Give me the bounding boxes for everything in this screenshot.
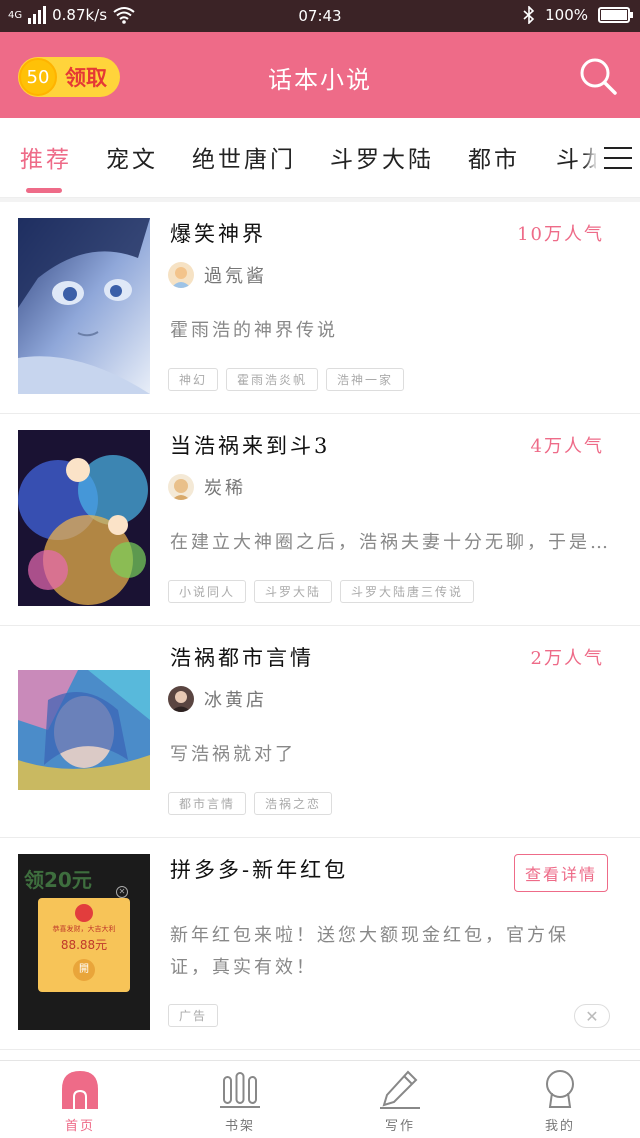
ad-image-text: 领20元 <box>24 868 92 892</box>
book-item[interactable]: 爆笑神界 10万人气 過氖酱 霍雨浩的神界传说 神幻 霍雨浩炎帆 浩神一家 <box>0 202 640 414</box>
menu-icon <box>604 147 632 149</box>
book-description: 在建立大神圈之后，浩祸夫妻十分无聊，于是… <box>170 532 610 553</box>
author-name: 冰黄店 <box>204 690 267 711</box>
ad-tag: 广告 <box>168 1004 219 1027</box>
book-description: 写浩祸就对了 <box>170 744 296 765</box>
category-tabs: 推荐 宠文 绝世唐门 斗罗大陆 都市 斗龙 <box>0 118 640 198</box>
book-tag[interactable]: 浩祸之恋 <box>254 792 333 815</box>
book-cover-image <box>18 218 150 394</box>
book-tags: 小说同人 斗罗大陆 斗罗大陆唐三传说 <box>168 580 475 603</box>
nav-home-label: 首页 <box>64 1119 95 1134</box>
tab-jueshi-tangmen[interactable]: 绝世唐门 <box>192 140 296 174</box>
tab-recommend[interactable]: 推荐 <box>20 140 72 174</box>
book-title: 浩祸都市言情 <box>170 646 314 670</box>
ad-popup: 恭喜发财，大吉大利 88.88元 開 <box>38 898 130 992</box>
nav-write[interactable]: 写作 <box>320 1061 480 1138</box>
bookshelf-icon <box>220 1072 260 1108</box>
tab-urban[interactable]: 都市 <box>468 140 520 174</box>
app-header: 50 领取 话本小说 <box>0 32 640 118</box>
battery-icon <box>598 7 633 23</box>
pen-icon <box>380 1070 420 1109</box>
author-avatar <box>168 686 194 712</box>
author-name: 過氖酱 <box>204 266 267 287</box>
book-tags: 都市言情 浩祸之恋 <box>168 792 333 815</box>
author-name: 炭稀 <box>204 478 246 499</box>
ad-item[interactable]: 领20元 恭喜发财，大吉大利 88.88元 開 ✕ 拼多多-新年红包 查看详情 … <box>0 838 640 1050</box>
search-icon[interactable] <box>578 56 618 96</box>
ad-tags: 广告 <box>168 1004 219 1027</box>
book-popularity: 10万人气 <box>517 224 604 245</box>
book-author: 炭稀 <box>168 474 246 500</box>
author-avatar <box>168 474 194 500</box>
book-tag[interactable]: 都市言情 <box>168 792 247 815</box>
book-title: 爆笑神界 <box>170 222 266 246</box>
book-tag[interactable]: 霍雨浩炎帆 <box>226 368 319 391</box>
ad-popup-amount: 88.88元 <box>60 938 108 952</box>
ad-logo-icon <box>75 904 93 922</box>
author-avatar <box>168 262 194 288</box>
nav-profile[interactable]: 我的 <box>480 1061 640 1138</box>
book-description: 霍雨浩的神界传说 <box>170 320 338 341</box>
nav-home[interactable]: 首页 <box>0 1061 160 1138</box>
tab-pet-story[interactable]: 宠文 <box>106 140 158 174</box>
home-icon <box>62 1071 98 1109</box>
nav-write-label: 写作 <box>384 1119 415 1134</box>
ad-popup-close-icon: ✕ <box>116 886 128 898</box>
tab-douluo-dalu[interactable]: 斗罗大陆 <box>330 140 434 174</box>
active-tab-indicator <box>26 188 62 193</box>
ad-popup-title: 恭喜发财，大吉大利 <box>52 925 116 933</box>
book-tag[interactable]: 斗罗大陆 <box>254 580 333 603</box>
book-list: 爆笑神界 10万人气 過氖酱 霍雨浩的神界传说 神幻 霍雨浩炎帆 浩神一家 当浩… <box>0 202 640 1050</box>
ad-popup-open: 開 <box>73 959 95 981</box>
book-author: 冰黄店 <box>168 686 267 712</box>
book-tags: 神幻 霍雨浩炎帆 浩神一家 <box>168 368 405 391</box>
bluetooth-icon <box>523 6 535 24</box>
bottom-nav: 首页 书架 写作 我的 <box>0 1060 640 1138</box>
app-title: 话本小说 <box>268 66 372 94</box>
nav-profile-label: 我的 <box>544 1119 575 1134</box>
status-bar: 4G 0.87k/s 07:43 100% <box>0 0 640 32</box>
book-popularity: 4万人气 <box>530 436 604 457</box>
ad-description: 新年红包来啦！送您大额现金红包，官方保证，真实有效！ <box>170 925 569 978</box>
book-popularity: 2万人气 <box>530 648 604 669</box>
close-ad-button[interactable]: ✕ <box>574 1004 610 1028</box>
book-item[interactable]: 浩祸都市言情 2万人气 冰黄店 写浩祸就对了 都市言情 浩祸之恋 <box>0 626 640 838</box>
battery-percent: 100% <box>545 6 588 24</box>
book-item[interactable]: 当浩祸来到斗3 4万人气 炭稀 在建立大神圈之后，浩祸夫妻十分无聊，于是… 小说… <box>0 414 640 626</box>
book-tag[interactable]: 小说同人 <box>168 580 247 603</box>
book-tag[interactable]: 斗罗大陆唐三传说 <box>340 580 475 603</box>
ad-image: 领20元 恭喜发财，大吉大利 88.88元 開 ✕ <box>18 854 150 1030</box>
view-details-button[interactable]: 查看详情 <box>513 854 608 892</box>
nav-bookshelf[interactable]: 书架 <box>160 1061 320 1138</box>
book-tag[interactable]: 浩神一家 <box>326 368 405 391</box>
book-cover-image <box>18 670 150 790</box>
nav-bookshelf-label: 书架 <box>224 1119 255 1134</box>
book-tag[interactable]: 神幻 <box>168 368 219 391</box>
book-title: 当浩祸来到斗3 <box>170 434 331 458</box>
category-menu-button[interactable] <box>596 118 640 197</box>
book-cover-image <box>18 430 150 606</box>
book-author: 過氖酱 <box>168 262 267 288</box>
profile-icon <box>546 1070 574 1108</box>
ad-title: 拼多多-新年红包 <box>170 858 349 882</box>
